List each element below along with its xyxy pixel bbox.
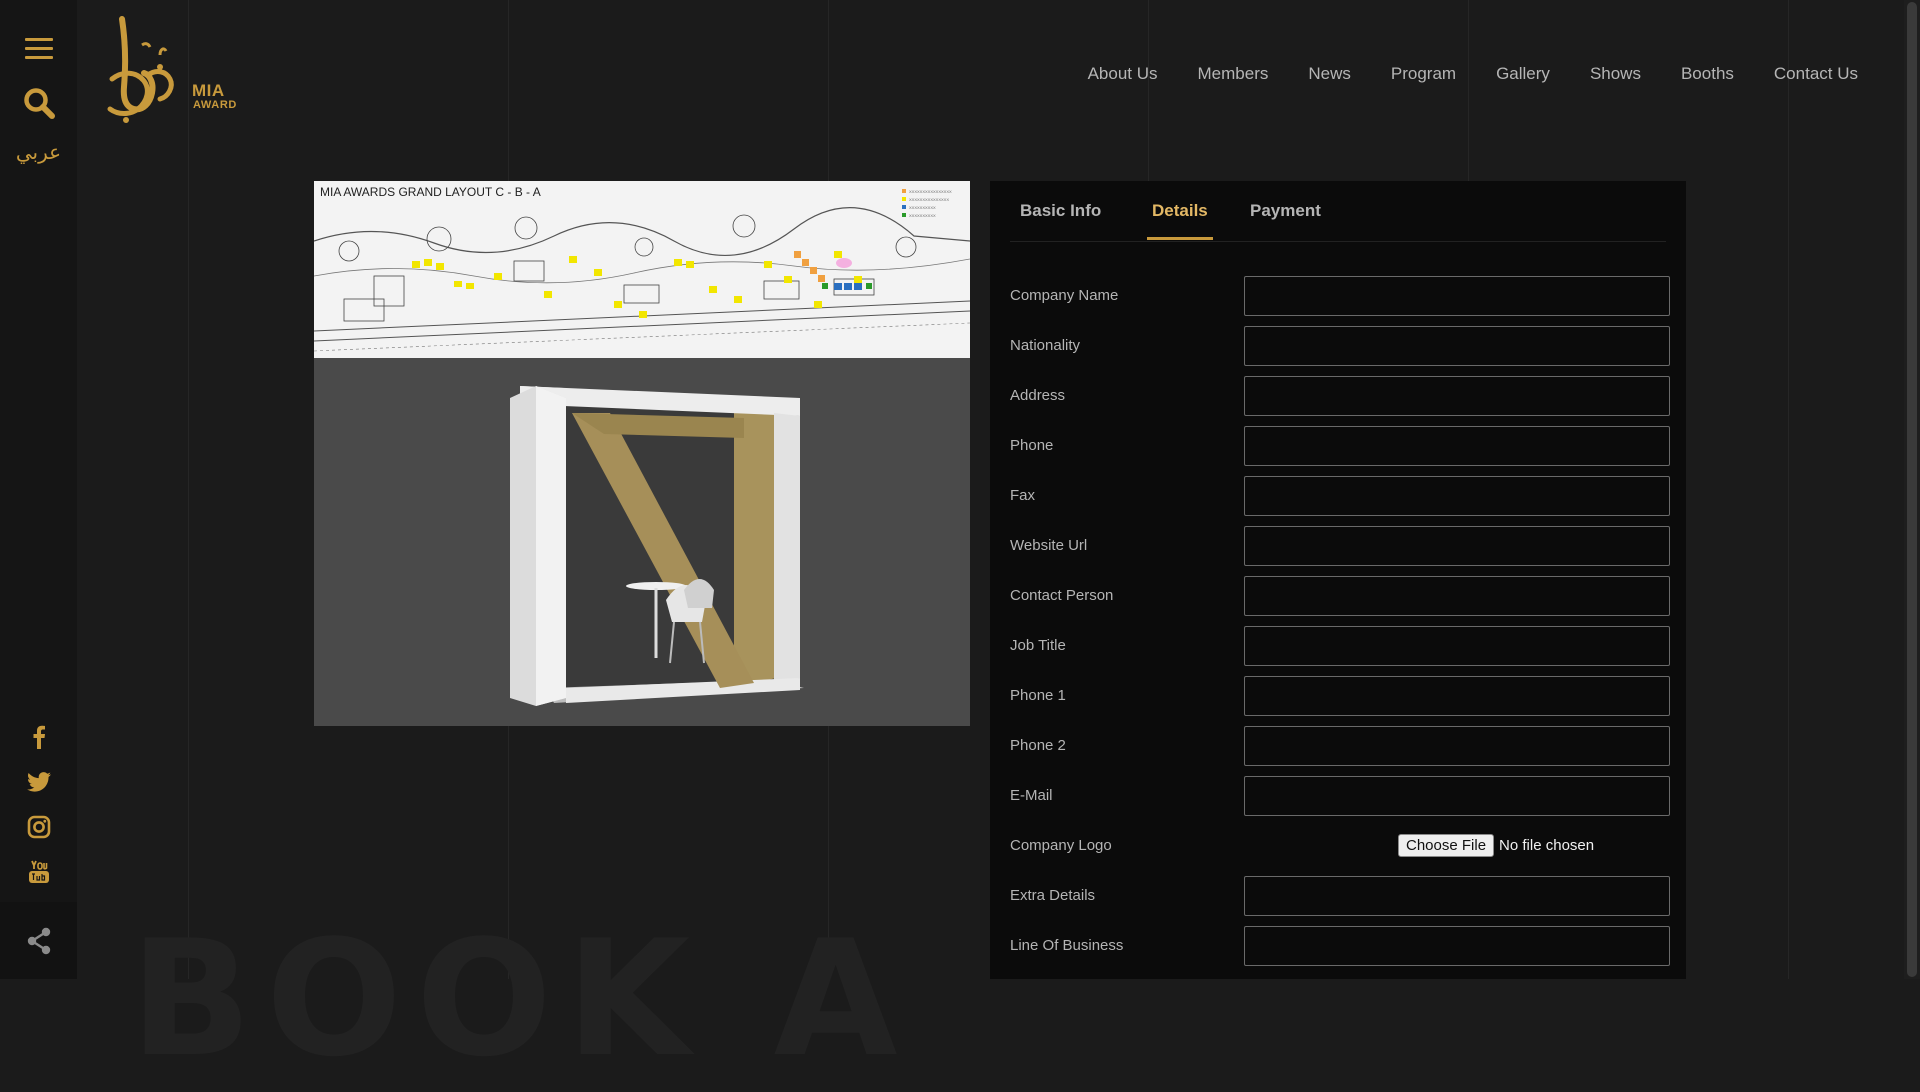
nationality-label: Nationality — [1010, 337, 1081, 354]
phone-2-input[interactable] — [1244, 726, 1670, 766]
extra-details-input[interactable] — [1244, 876, 1670, 916]
job-title-input[interactable] — [1244, 626, 1670, 666]
company-name-field: Company Name — [1010, 276, 1670, 316]
logo-text-mia: MIA — [192, 81, 225, 100]
svg-text:XXXXXXXXXXXXXXX: XXXXXXXXXXXXXXX — [909, 197, 949, 202]
phone-1-field: Phone 1 — [1010, 676, 1670, 716]
email-input[interactable] — [1244, 776, 1670, 816]
phone-label: Phone — [1010, 437, 1054, 454]
tab-basic-info[interactable]: Basic Info — [1020, 201, 1101, 237]
nav-news[interactable]: News — [1308, 64, 1351, 84]
fax-input[interactable] — [1244, 476, 1670, 516]
bg-grid-line — [188, 0, 189, 979]
youtube-icon[interactable] — [24, 857, 54, 887]
email-field: E-Mail — [1010, 776, 1670, 816]
address-label: Address — [1010, 387, 1066, 404]
line-of-business-label: Line Of Business — [1010, 937, 1124, 954]
email-label: E-Mail — [1010, 787, 1053, 804]
address-field: Address — [1010, 376, 1670, 416]
nav-gallery[interactable]: Gallery — [1496, 64, 1550, 84]
phone-1-label: Phone 1 — [1010, 687, 1066, 704]
floorplan-image: MIA AWARDS GRAND LAYOUT C - B - A XXXXXX… — [314, 181, 970, 358]
website-url-field: Website Url — [1010, 526, 1670, 566]
nav-shows[interactable]: Shows — [1590, 64, 1641, 84]
twitter-icon[interactable] — [24, 767, 54, 797]
company-name-input[interactable] — [1244, 276, 1670, 316]
line-of-business-input[interactable] — [1244, 926, 1670, 966]
calligraphy-logo-icon — [107, 16, 174, 123]
facebook-icon[interactable] — [24, 722, 54, 752]
job-title-field: Job Title — [1010, 626, 1670, 666]
phone-input[interactable] — [1244, 426, 1670, 466]
company-name-label: Company Name — [1010, 287, 1119, 304]
instagram-icon[interactable] — [24, 812, 54, 842]
brand-logo[interactable]: MIA AWARD — [100, 15, 250, 130]
fax-field: Fax — [1010, 476, 1670, 516]
website-url-label: Website Url — [1010, 537, 1088, 554]
line-of-business-field: Line Of Business — [1010, 926, 1670, 966]
logo-text-award: AWARD — [193, 99, 237, 111]
share-button[interactable] — [0, 902, 77, 979]
nav-booths[interactable]: Booths — [1681, 64, 1734, 84]
extra-details-label: Extra Details — [1010, 887, 1096, 904]
phone-field: Phone — [1010, 426, 1670, 466]
svg-text:XXXXXXXXXXXXXXXX: XXXXXXXXXXXXXXXX — [909, 189, 952, 194]
address-input[interactable] — [1244, 376, 1670, 416]
phone-2-field: Phone 2 — [1010, 726, 1670, 766]
share-icon — [27, 927, 50, 954]
phone-2-label: Phone 2 — [1010, 737, 1066, 754]
search-icon[interactable] — [22, 86, 56, 125]
website-url-input[interactable] — [1244, 526, 1670, 566]
company-logo-file-input[interactable]: Choose File No file chosen — [1398, 834, 1594, 857]
hamburger-menu-icon[interactable] — [25, 38, 53, 62]
nationality-field: Nationality — [1010, 326, 1670, 366]
bg-grid-line — [1788, 0, 1789, 979]
left-sidebar: عربي — [0, 0, 77, 979]
language-switch-link[interactable]: عربي — [0, 140, 77, 164]
choose-file-button[interactable]: Choose File — [1398, 834, 1495, 857]
page-scrollbar[interactable] — [1904, 0, 1920, 979]
nationality-input[interactable] — [1244, 326, 1670, 366]
svg-text:XXXXXXXXXX: XXXXXXXXXX — [909, 213, 936, 218]
contact-person-field: Contact Person — [1010, 576, 1670, 616]
contact-person-input[interactable] — [1244, 576, 1670, 616]
nav-contact-us[interactable]: Contact Us — [1774, 64, 1858, 84]
scrollbar-thumb[interactable] — [1907, 2, 1917, 977]
tab-payment[interactable]: Payment — [1250, 201, 1321, 237]
contact-person-label: Contact Person — [1010, 587, 1114, 604]
booth-render-image — [314, 358, 970, 726]
company-logo-field: Company Logo Choose File No file chosen — [1010, 826, 1670, 866]
nav-members[interactable]: Members — [1198, 64, 1269, 84]
tab-details[interactable]: Details — [1147, 201, 1213, 240]
form-tabs: Basic Info Details Payment — [1010, 181, 1666, 242]
fax-label: Fax — [1010, 487, 1036, 504]
svg-text:XXXXXXXXXX: XXXXXXXXXX — [909, 205, 936, 210]
phone-1-input[interactable] — [1244, 676, 1670, 716]
job-title-label: Job Title — [1010, 637, 1066, 654]
file-status-text: No file chosen — [1499, 837, 1595, 854]
nav-about-us[interactable]: About Us — [1088, 64, 1158, 84]
nav-program[interactable]: Program — [1391, 64, 1456, 84]
booking-form-panel: Basic Info Details Payment Company Name … — [990, 181, 1686, 979]
watermark-text: BOOK A — [130, 905, 912, 1092]
company-logo-label: Company Logo — [1010, 837, 1112, 854]
main-navigation: About Us Members News Program Gallery Sh… — [1048, 64, 1858, 84]
extra-details-field: Extra Details — [1010, 876, 1670, 916]
